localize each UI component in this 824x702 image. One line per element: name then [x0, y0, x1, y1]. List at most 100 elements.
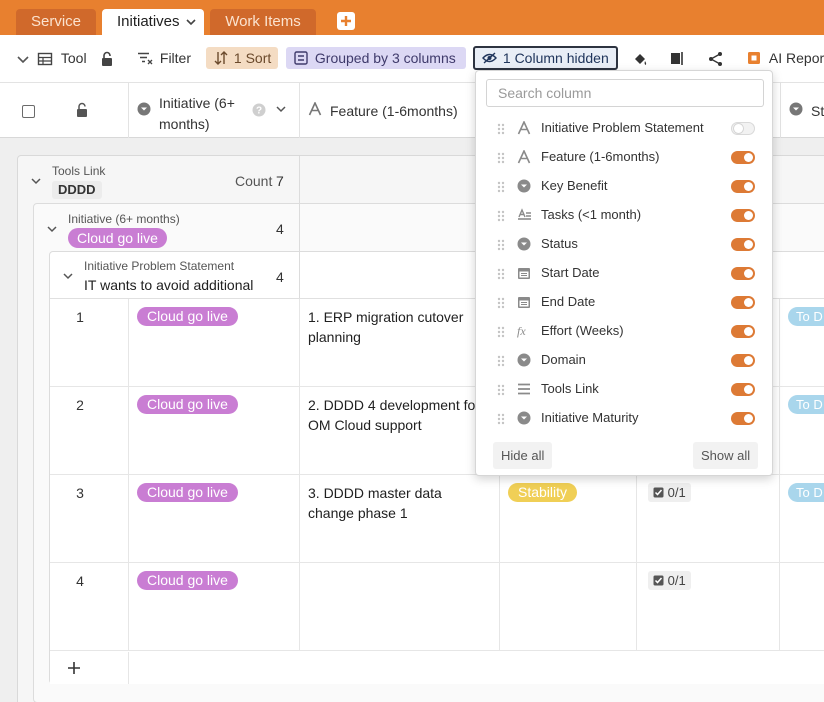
column-visibility-item[interactable]: Tools Link	[476, 375, 774, 404]
drag-handle-icon[interactable]	[497, 296, 505, 312]
column-visibility-toggle[interactable]	[731, 354, 755, 367]
column-visibility-toggle[interactable]	[731, 383, 755, 396]
help-icon[interactable]: ?	[252, 103, 266, 120]
status-pill[interactable]: To D	[788, 307, 824, 326]
column-header-feature[interactable]: Feature (1-6months)	[300, 83, 500, 138]
text-icon	[308, 101, 322, 119]
ai-report-button[interactable]: AI Repor	[747, 47, 824, 69]
column-header-status[interactable]: St	[780, 83, 824, 138]
column-visibility-item[interactable]: End Date	[476, 288, 774, 317]
initiative-pill[interactable]: Cloud go live	[137, 307, 238, 326]
drag-handle-icon[interactable]	[497, 122, 505, 138]
column-visibility-toggle[interactable]	[731, 180, 755, 193]
group-1-count: 7	[276, 173, 284, 189]
hidden-label: 1 Column hidden	[502, 50, 609, 66]
column-visibility-label: Tasks (<1 month)	[541, 207, 642, 222]
column-header-initiative[interactable]: Initiative (6+ months) ?	[129, 83, 300, 138]
feature-cell[interactable]: 1. ERP migration cutover planning	[308, 307, 488, 347]
search-column-input[interactable]	[486, 79, 764, 107]
drag-handle-icon[interactable]	[497, 383, 505, 399]
drag-handle-icon[interactable]	[497, 151, 505, 167]
group-1-value: DDDD	[52, 181, 102, 199]
tab-service[interactable]: Service	[16, 9, 96, 35]
sort-button[interactable]: 1 Sort	[206, 47, 278, 69]
chevron-down-icon[interactable]	[275, 102, 287, 119]
filter-button[interactable]: Filter	[137, 47, 191, 69]
tab-initiatives[interactable]: Initiatives	[102, 9, 204, 35]
hide-columns-button[interactable]: 1 Column hidden	[473, 46, 618, 70]
column-visibility-toggle[interactable]	[731, 296, 755, 309]
group-3-divider	[299, 252, 300, 299]
drag-handle-icon[interactable]	[497, 180, 505, 196]
column-visibility-label: Start Date	[541, 265, 600, 280]
column-visibility-item[interactable]: Feature (1-6months)	[476, 143, 774, 172]
drag-handle-icon[interactable]	[497, 267, 505, 283]
column-visibility-item[interactable]: Domain	[476, 346, 774, 375]
share-icon[interactable]	[708, 47, 723, 69]
column-visibility-item[interactable]: Tasks (<1 month)	[476, 201, 774, 230]
table-row[interactable]: 3 Cloud go live 3. DDDD master data chan…	[50, 475, 824, 563]
column-visibility-item[interactable]: Initiative Maturity	[476, 404, 774, 433]
key-benefit-pill[interactable]: Stability	[508, 483, 578, 502]
column-visibility-item[interactable]: fx Effort (Weeks)	[476, 317, 774, 346]
drag-handle-icon[interactable]	[497, 325, 505, 341]
hide-all-button[interactable]: Hide all	[493, 442, 553, 469]
group-button[interactable]: Grouped by 3 columns	[286, 47, 466, 69]
sort-label: 1 Sort	[233, 50, 272, 66]
column-visibility-item[interactable]: Start Date	[476, 259, 774, 288]
unlock-icon[interactable]	[76, 102, 88, 121]
table-icon	[37, 53, 53, 66]
row-height-icon[interactable]	[670, 47, 684, 69]
column-divider	[499, 475, 500, 562]
ai-report-icon	[748, 52, 760, 64]
feature-cell[interactable]: 2. DDDD 4 development fo OM Cloud suppor…	[308, 395, 480, 435]
chevron-down-icon[interactable]	[30, 174, 42, 186]
column-visibility-item[interactable]: Initiative Problem Statement	[476, 114, 774, 143]
feature-cell[interactable]: 3. DDDD master data change phase 1	[308, 483, 488, 523]
column-visibility-item[interactable]: Status	[476, 230, 774, 259]
formula-icon: fx	[517, 324, 532, 339]
calendar-icon	[517, 266, 532, 281]
group-2-divider	[299, 204, 300, 252]
lock-icon[interactable]	[100, 47, 114, 69]
select-all-checkbox[interactable]	[22, 105, 35, 118]
initiative-pill[interactable]: Cloud go live	[137, 395, 238, 414]
chevron-down-icon[interactable]	[62, 269, 74, 281]
tasks-chip[interactable]: 0/1	[648, 483, 691, 502]
column-visibility-toggle[interactable]	[731, 122, 755, 135]
add-table-button[interactable]	[337, 12, 355, 30]
group-2-value: Cloud go live	[68, 228, 167, 248]
group-1-count-label: Count	[235, 173, 273, 189]
tab-work-items[interactable]: Work Items	[210, 9, 316, 35]
column-visibility-toggle[interactable]	[731, 151, 755, 164]
show-all-button[interactable]: Show all	[693, 442, 759, 469]
column-visibility-item[interactable]: Key Benefit	[476, 172, 774, 201]
column-visibility-toggle[interactable]	[731, 209, 755, 222]
group-label: Grouped by 3 columns	[314, 50, 456, 66]
tasks-chip[interactable]: 0/1	[648, 571, 691, 590]
initiative-pill[interactable]: Cloud go live	[137, 571, 238, 590]
initiative-pill[interactable]: Cloud go live	[137, 483, 238, 502]
toggle-knob	[734, 124, 743, 133]
status-pill[interactable]: To D	[788, 483, 824, 502]
svg-text:?: ?	[256, 106, 262, 117]
drag-handle-icon[interactable]	[497, 209, 505, 225]
collapse-toolbar-icon[interactable]	[16, 47, 30, 69]
column-visibility-toggle[interactable]	[731, 325, 755, 338]
table-row[interactable]: 4 Cloud go live 0/1	[50, 563, 824, 651]
chevron-down-icon[interactable]	[46, 222, 58, 234]
column-visibility-toggle[interactable]	[731, 238, 755, 251]
drag-handle-icon[interactable]	[497, 412, 505, 428]
column-visibility-toggle[interactable]	[731, 267, 755, 280]
column-visibility-toggle[interactable]	[731, 412, 755, 425]
status-column-title: St	[811, 103, 824, 119]
add-row-button[interactable]	[67, 661, 81, 678]
status-pill[interactable]: To D	[788, 395, 824, 414]
drag-handle-icon[interactable]	[497, 354, 505, 370]
drag-handle-icon[interactable]	[497, 238, 505, 254]
column-divider	[128, 387, 129, 474]
table-tab-bar: Service Initiatives Work Items	[0, 0, 824, 35]
view-tool-button[interactable]: Tool	[37, 47, 87, 69]
row-color-icon[interactable]	[632, 47, 648, 69]
group-icon	[294, 51, 308, 65]
